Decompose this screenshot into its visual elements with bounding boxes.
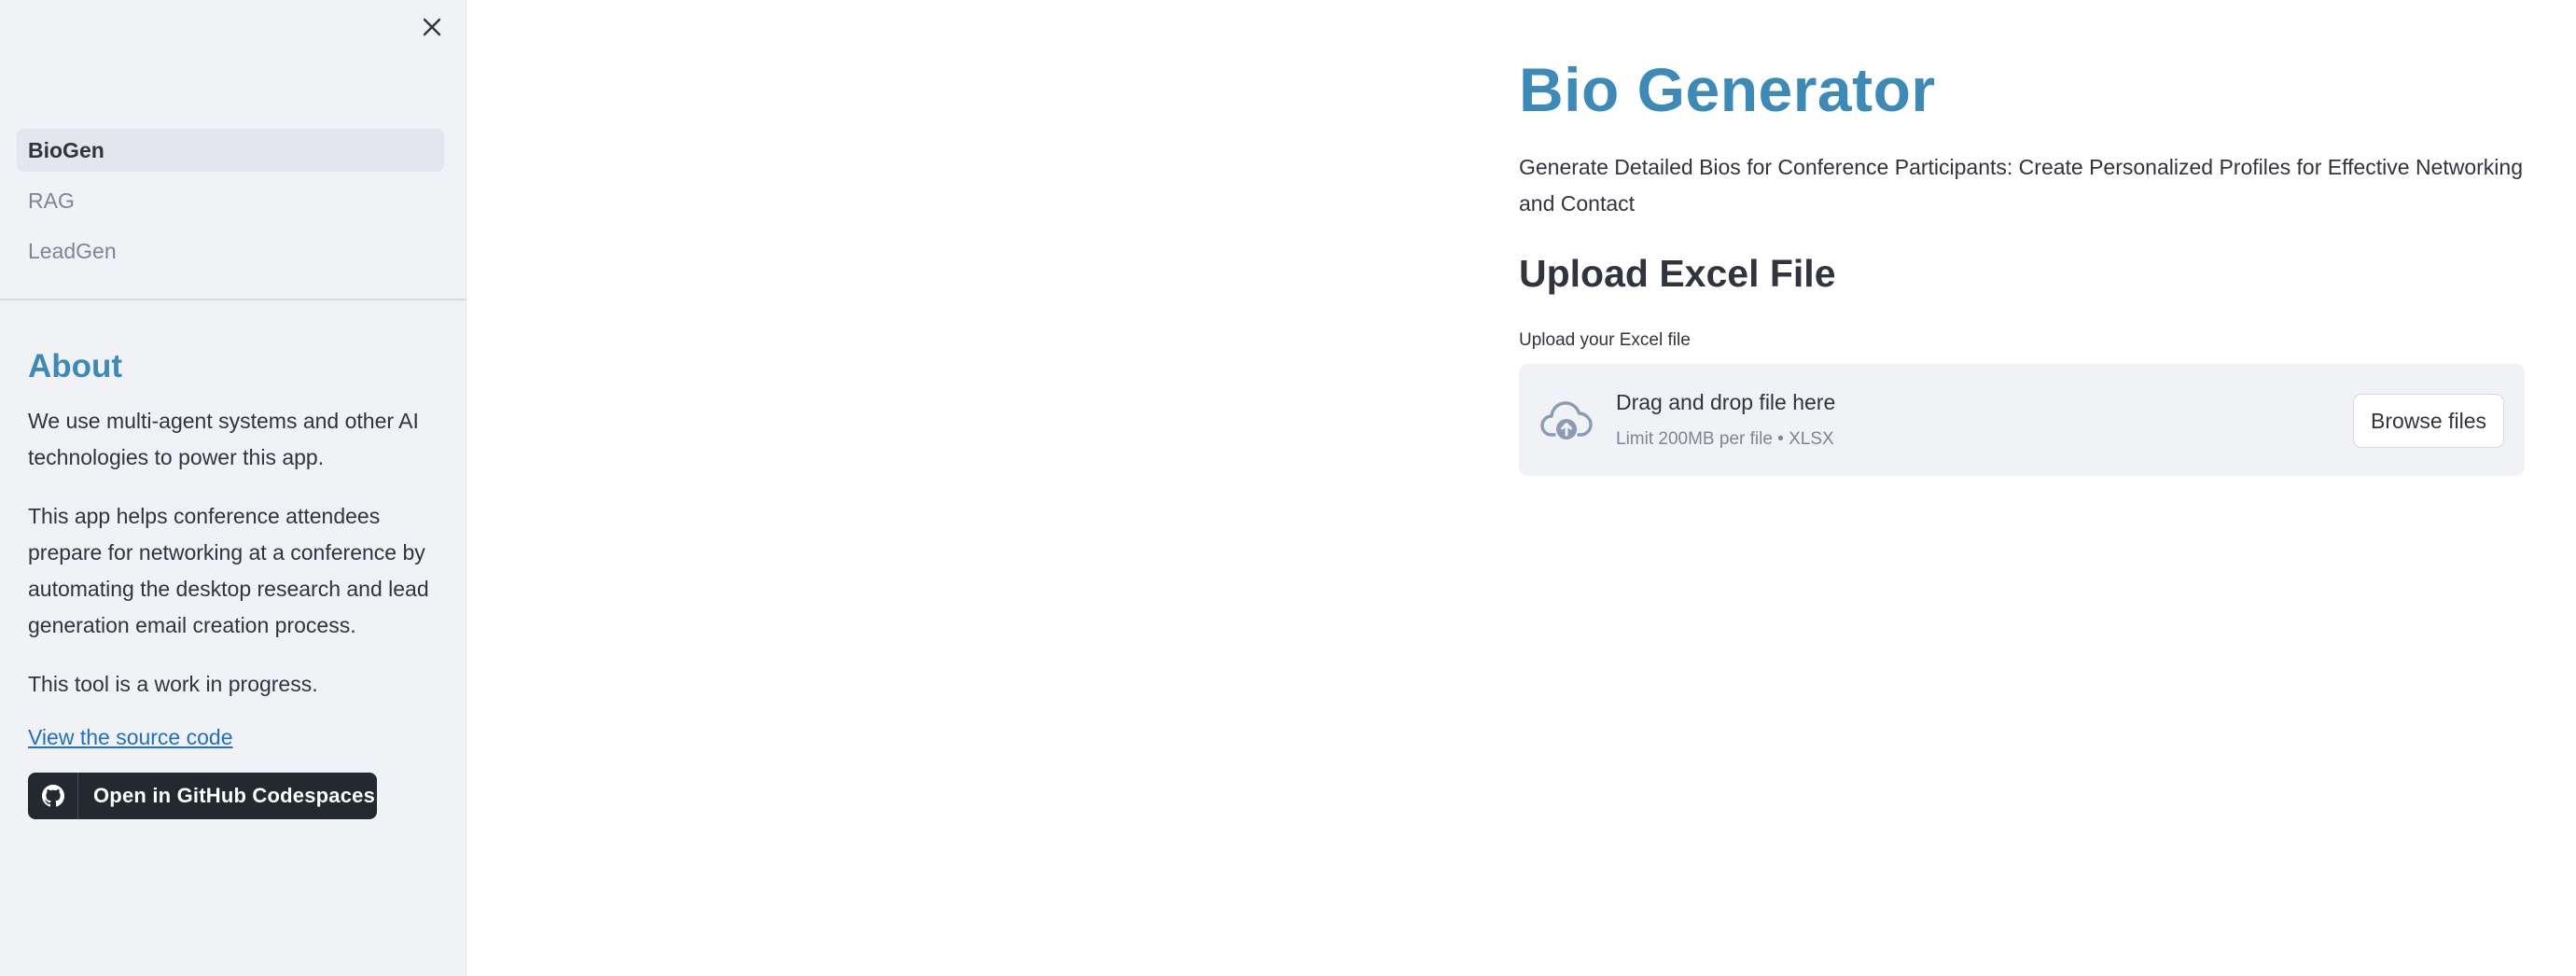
nav-item-rag[interactable]: RAG: [17, 179, 444, 222]
about-paragraph: We use multi-agent systems and other AI …: [28, 409, 419, 469]
nav-item-biogen[interactable]: BioGen: [17, 129, 444, 172]
codespaces-button-label: Open in GitHub Codespaces: [93, 784, 376, 807]
view-source-link[interactable]: View the source code: [28, 725, 233, 750]
upload-label: Upload your Excel file: [1519, 330, 1691, 350]
close-icon: [423, 18, 441, 36]
open-in-codespaces-button[interactable]: Open in GitHub Codespaces: [28, 773, 377, 819]
about-title: About: [28, 348, 123, 384]
sidebar-nav: BioGen RAG LeadGen: [17, 129, 444, 280]
nav-item-leadgen[interactable]: LeadGen: [17, 230, 444, 272]
page-subtitle: Generate Detailed Bios for Conference Pa…: [1519, 155, 2523, 216]
page-title: Bio Generator: [1519, 55, 1936, 124]
sidebar: BioGen RAG LeadGen About We use multi-ag…: [0, 0, 466, 976]
browse-files-button[interactable]: Browse files: [2353, 394, 2504, 448]
file-dropzone[interactable]: Drag and drop file here Limit 200MB per …: [1519, 364, 2525, 476]
nav-item-label: RAG: [28, 188, 75, 213]
github-icon: [28, 773, 78, 819]
nav-item-label: BioGen: [28, 137, 104, 162]
nav-item-label: LeadGen: [28, 238, 117, 263]
section-title: Upload Excel File: [1519, 252, 1836, 295]
close-sidebar-button[interactable]: [416, 11, 448, 43]
dropzone-title: Drag and drop file here: [1616, 390, 1836, 414]
cloud-upload-icon: [1539, 396, 1594, 444]
about-paragraph: This tool is a work in progress.: [28, 672, 318, 696]
sidebar-divider: [0, 299, 466, 300]
about-paragraph: This app helps conference attendees prep…: [28, 504, 429, 637]
dropzone-limit: Limit 200MB per file • XLSX: [1616, 429, 1834, 449]
about-section: About We use multi-agent systems and oth…: [28, 347, 439, 819]
